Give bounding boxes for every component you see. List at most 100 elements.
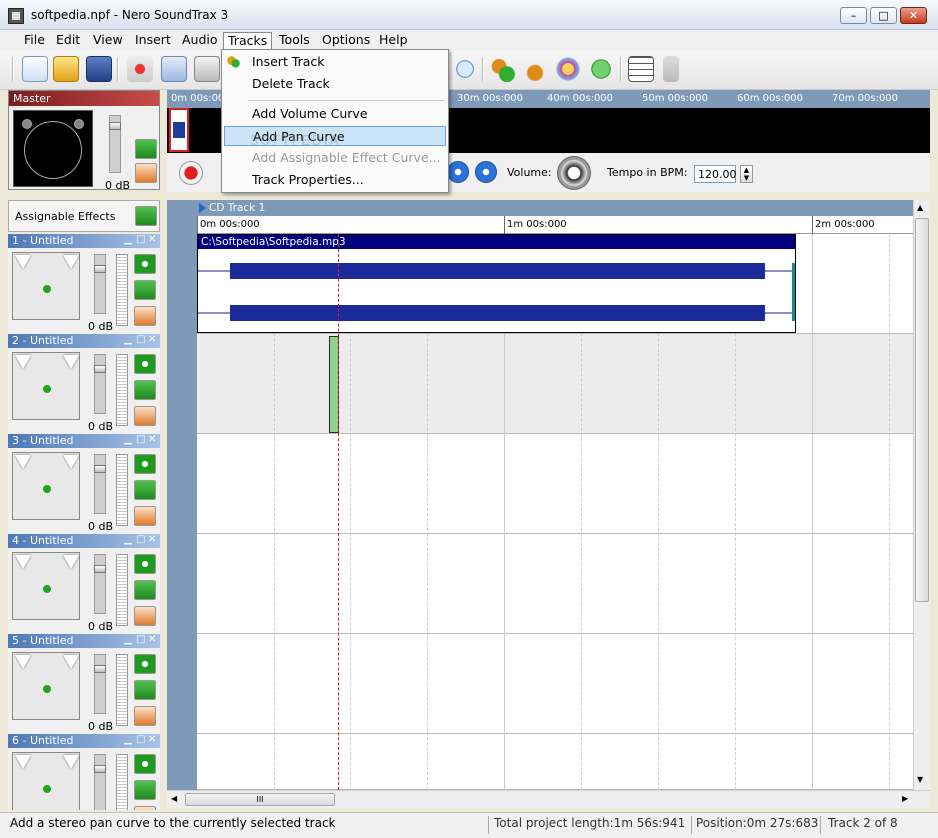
menu-edit[interactable]: Edit <box>52 32 84 50</box>
scroll-down-icon[interactable]: ▼ <box>917 775 923 784</box>
track-minimize-icon[interactable]: ▁ <box>124 434 132 445</box>
track-minimize-icon[interactable]: ▁ <box>124 634 132 645</box>
tempo-spinner[interactable]: ▲ ▼ <box>740 165 753 183</box>
track-play-icon[interactable] <box>134 754 156 774</box>
cd-track-marker[interactable]: CD Track 1 <box>197 200 913 216</box>
menu-options[interactable]: Options <box>318 32 374 50</box>
add-note-icon[interactable] <box>490 56 516 82</box>
pan-position-dot[interactable] <box>43 585 51 593</box>
track-tools-icon[interactable] <box>134 406 156 426</box>
pan-position-dot[interactable] <box>43 485 51 493</box>
vertical-scroll-thumb[interactable] <box>915 218 929 602</box>
menu-view[interactable]: View <box>89 32 127 50</box>
close-button[interactable]: ✕ <box>900 7 927 24</box>
add-green-icon[interactable] <box>588 56 614 82</box>
track-effects-icon[interactable] <box>134 380 156 400</box>
master-volume-slider[interactable] <box>109 115 121 173</box>
track-close-icon[interactable]: ✕ <box>148 734 156 745</box>
overview-selection[interactable] <box>169 108 189 152</box>
horizontal-scrollbar[interactable]: ◀ III ▶ <box>167 790 930 808</box>
track-restore-icon[interactable]: □ <box>136 234 145 245</box>
copy-icon[interactable] <box>161 56 187 82</box>
track-volume-slider[interactable] <box>94 754 106 810</box>
master-effects-icon[interactable] <box>135 139 157 159</box>
track-play-icon[interactable] <box>134 254 156 274</box>
pan-pad[interactable] <box>12 652 80 720</box>
track-lane-3[interactable] <box>197 434 913 534</box>
track-close-icon[interactable]: ✕ <box>148 634 156 645</box>
master-slider-knob[interactable] <box>109 122 121 130</box>
record-button[interactable] <box>179 161 203 185</box>
track-volume-slider[interactable] <box>94 354 106 414</box>
track-minimize-icon[interactable]: ▁ <box>124 234 132 245</box>
pan-position-dot[interactable] <box>43 785 51 793</box>
cut-icon[interactable] <box>127 56 153 82</box>
save-icon[interactable] <box>86 56 112 82</box>
track-tools-icon[interactable] <box>134 306 156 326</box>
pan-position-dot[interactable] <box>43 285 51 293</box>
track-play-icon[interactable] <box>134 654 156 674</box>
track-effects-icon[interactable] <box>134 480 156 500</box>
track-play-icon[interactable] <box>134 354 156 374</box>
pan-position-dot[interactable] <box>43 385 51 393</box>
track-close-icon[interactable]: ✕ <box>148 434 156 445</box>
scroll-up-icon[interactable]: ▲ <box>917 203 923 212</box>
new-file-icon[interactable] <box>22 56 48 82</box>
zoom-icon[interactable] <box>452 56 478 82</box>
track-minimize-icon[interactable]: ▁ <box>124 534 132 545</box>
open-folder-icon[interactable] <box>53 56 79 82</box>
paste-icon[interactable] <box>194 56 220 82</box>
pan-position-dot[interactable] <box>43 685 51 693</box>
vertical-scrollbar[interactable]: ▲ ▼ <box>913 200 930 790</box>
volume-knob[interactable] <box>557 156 591 190</box>
scroll-left-icon[interactable]: ◀ <box>171 794 177 803</box>
toolbar-overflow-icon[interactable] <box>663 56 679 82</box>
track-volume-slider[interactable] <box>94 454 106 514</box>
track-volume-slider[interactable] <box>94 254 106 314</box>
track-lane-2[interactable] <box>197 334 913 434</box>
track-tools-icon[interactable] <box>134 506 156 526</box>
track-lane-5[interactable] <box>197 634 913 734</box>
track-restore-icon[interactable]: □ <box>136 734 145 745</box>
track-close-icon[interactable]: ✕ <box>148 534 156 545</box>
track-tools-icon[interactable] <box>134 806 156 810</box>
fast-forward-button[interactable] <box>447 161 469 183</box>
track-restore-icon[interactable]: □ <box>136 434 145 445</box>
menu-item-track-properties[interactable]: Track Properties... <box>224 170 446 190</box>
skip-end-button[interactable] <box>475 161 497 183</box>
pan-pad[interactable] <box>12 352 80 420</box>
track-tools-icon[interactable] <box>134 706 156 726</box>
menu-insert[interactable]: Insert <box>131 32 175 50</box>
minimize-button[interactable]: – <box>840 7 867 24</box>
menu-help[interactable]: Help <box>375 32 412 50</box>
track-play-icon[interactable] <box>134 454 156 474</box>
menu-item-add-volume-curve[interactable]: Add Volume Curve <box>224 104 446 124</box>
track-list-icon[interactable] <box>628 56 654 82</box>
pan-pad[interactable] <box>12 552 80 620</box>
track-effects-icon[interactable] <box>134 280 156 300</box>
menu-item-insert-track[interactable]: Insert Track <box>224 52 446 72</box>
menu-item-delete-track[interactable]: Delete Track <box>224 74 446 94</box>
track-minimize-icon[interactable]: ▁ <box>124 734 132 745</box>
arrangement-ruler[interactable]: 0m 00s:000 1m 00s:000 2m 00s:000 <box>197 216 913 234</box>
tempo-input[interactable]: 120.00 <box>694 165 737 183</box>
assignable-effects-icon[interactable] <box>135 206 157 226</box>
track-play-icon[interactable] <box>134 554 156 574</box>
track-volume-slider[interactable] <box>94 554 106 614</box>
maximize-button[interactable]: □ <box>870 7 897 24</box>
track-restore-icon[interactable]: □ <box>136 334 145 345</box>
horizontal-scroll-thumb[interactable]: III <box>185 793 335 806</box>
pan-pad[interactable] <box>12 752 80 810</box>
track-volume-slider[interactable] <box>94 654 106 714</box>
track-close-icon[interactable]: ✕ <box>148 234 156 245</box>
pan-pad[interactable] <box>12 452 80 520</box>
track-minimize-icon[interactable]: ▁ <box>124 334 132 345</box>
menu-file[interactable]: File <box>20 32 49 50</box>
master-tools-icon[interactable] <box>135 163 157 183</box>
menu-tracks[interactable]: Tracks <box>223 32 273 50</box>
track-effects-icon[interactable] <box>134 580 156 600</box>
track-lane-4[interactable] <box>197 534 913 634</box>
menu-tools[interactable]: Tools <box>275 32 314 50</box>
pan-pad[interactable] <box>12 252 80 320</box>
track-effects-icon[interactable] <box>134 680 156 700</box>
